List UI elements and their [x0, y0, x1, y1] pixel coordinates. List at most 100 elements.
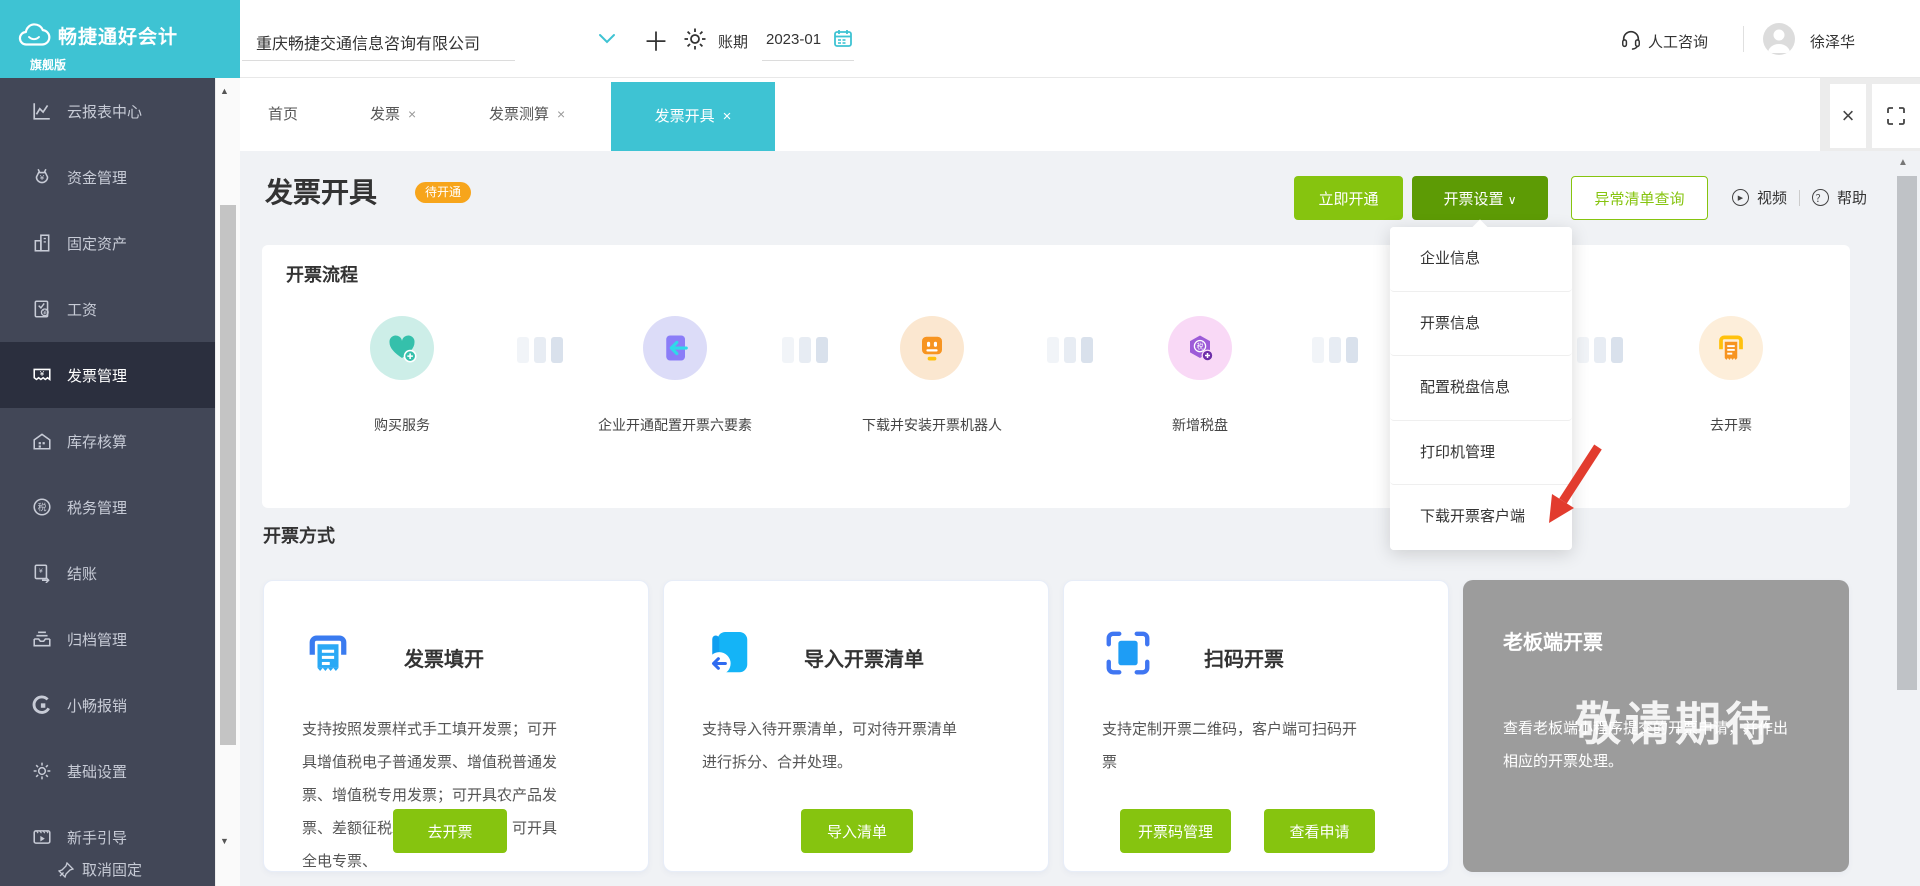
support-link[interactable]: 人工咨询 [1648, 31, 1708, 52]
invoice-settings-menu: 企业信息 开票信息 配置税盘信息 打印机管理 下载开票客户端 [1390, 219, 1572, 550]
svg-text:税: 税 [38, 501, 47, 512]
tab-home[interactable]: 首页 [268, 78, 298, 151]
card-description: 支持按照发票样式手工填开发票；可开具增值税电子普通发票、增值税普通发票、增值税专… [302, 721, 558, 870]
activate-now-button[interactable]: 立即开通 [1294, 176, 1403, 220]
card-invoice-fill: 发票填开 支持按照发票样式手工填开发票；可开具增值税电子普通发票、增值税普通发票… [263, 580, 649, 872]
fullscreen-button[interactable] [1872, 84, 1920, 148]
sidebar-item-label: 小畅报销 [67, 697, 128, 715]
sidebar-item-label: 归档管理 [67, 631, 128, 649]
close-icon[interactable]: × [408, 106, 416, 122]
app-logo: 畅捷通好会计 旗舰版 [0, 0, 240, 78]
card-import-list: 导入开票清单 支持导入待开票清单，可对待开票清单进行拆分、合并处理。 导入清单 [663, 580, 1049, 872]
tab-invoice-calc[interactable]: 发票测算 × [489, 78, 565, 151]
tab-invoice-issue-active[interactable]: 发票开具 × [611, 82, 775, 151]
video-guide-icon [33, 830, 51, 844]
card-title: 扫码开票 [1204, 649, 1284, 671]
username[interactable]: 徐泽华 [1810, 31, 1855, 52]
flow-arrow-icon [517, 337, 563, 363]
add-tax-disk-icon: 税 [1168, 316, 1232, 380]
menu-item-tax-disk-config[interactable]: 配置税盘信息 [1390, 356, 1572, 421]
chevron-down-icon[interactable] [598, 33, 616, 45]
unpin-sidebar-button[interactable]: 取消固定 [58, 859, 142, 880]
invoice-settings-dropdown-button[interactable]: 开票设置 ∨ [1412, 176, 1548, 220]
calendar-icon[interactable] [833, 28, 853, 48]
scrollbar-thumb[interactable] [220, 205, 236, 745]
sidebar-nav: 云报表中心 ¥ 资金管理 固定资产 ¥ 工资 ¥ 发票管理 库存核算 税 税务管… [0, 78, 215, 886]
abnormal-list-query-button[interactable]: 异常清单查询 [1571, 176, 1708, 220]
import-list-button[interactable]: 导入清单 [801, 809, 913, 853]
sidebar-item-cloud-reports[interactable]: 云报表中心 [0, 78, 215, 144]
import-list-icon [707, 632, 748, 675]
scroll-up-icon[interactable]: ▲ [1898, 157, 1908, 168]
sidebar-item-closing[interactable]: ¥ 结账 [0, 540, 215, 606]
sidebar-item-xiaochang-expense[interactable]: 小畅报销 [0, 672, 215, 738]
page-title: 发票开具 [265, 177, 378, 208]
card-title: 发票填开 [404, 649, 484, 671]
flow-step-label: 购买服务 [374, 417, 430, 433]
unpin-label: 取消固定 [82, 862, 143, 879]
flow-arrow-icon [782, 337, 828, 363]
invoice-code-manage-button[interactable]: 开票码管理 [1120, 809, 1231, 853]
app-title: 畅捷通好会计 [58, 27, 179, 48]
closing-doc-icon: ¥ [34, 564, 50, 583]
close-all-tabs-button[interactable]: × [1830, 84, 1866, 148]
card-scan-invoice: 扫码开票 支持定制开票二维码，客户端可扫码开票 开票码管理 查看申请 [1063, 580, 1449, 872]
scrollbar-thumb[interactable] [1897, 176, 1917, 690]
divider [1743, 26, 1744, 52]
methods-section-heading: 开票方式 [263, 526, 335, 546]
sidebar-item-archive[interactable]: 归档管理 [0, 606, 215, 672]
xiaochang-logo-icon [32, 695, 50, 714]
company-selector[interactable]: 重庆畅捷交通信息咨询有限公司 [256, 30, 480, 54]
tab-bar: 首页 发票 × 发票测算 × 发票开具 × × [240, 78, 1920, 151]
tab-invoice[interactable]: 发票 × [370, 78, 416, 151]
help-link[interactable]: 帮助 [1837, 187, 1867, 208]
menu-item-download-client[interactable]: 下载开票客户端 [1390, 485, 1572, 550]
period-value[interactable]: 2023-01 [766, 31, 821, 48]
view-application-button[interactable]: 查看申请 [1264, 809, 1375, 853]
sidebar-scrollbar[interactable]: ▲ ▼ [215, 78, 240, 886]
sidebar-item-inventory[interactable]: 库存核算 [0, 408, 215, 474]
headset-icon [1622, 30, 1640, 50]
go-invoice-icon [1699, 316, 1763, 380]
menu-item-enterprise-info[interactable]: 企业信息 [1390, 227, 1572, 292]
money-bag-icon: ¥ [35, 168, 49, 184]
add-account-button[interactable]: ＋ [643, 22, 669, 59]
flow-arrow-icon [1047, 337, 1093, 363]
sidebar-item-invoice-management[interactable]: ¥ 发票管理 [0, 342, 215, 408]
close-icon[interactable]: × [557, 106, 565, 122]
cloud-logo-icon [18, 23, 51, 46]
flow-step-label: 新增税盘 [1172, 417, 1228, 433]
card-description: 支持导入待开票清单，可对待开票清单进行拆分、合并处理。 [702, 721, 958, 771]
gear-icon[interactable] [683, 27, 707, 51]
enterprise-config-icon [643, 316, 707, 380]
video-link[interactable]: 视频 [1757, 187, 1787, 208]
flow-step-label: 下载并安装开票机器人 [862, 417, 1002, 433]
flow-step-label: 企业开通配置开票六要素 [598, 417, 752, 433]
sidebar-item-basic-settings[interactable]: 基础设置 [0, 738, 215, 804]
chevron-down-icon: ∨ [1507, 192, 1517, 207]
scroll-down-icon[interactable]: ▼ [220, 836, 229, 846]
invoice-flow-panel: 开票流程 购买服务 企业开通配置开票六要素 下载并安装开票机器人 税 新增税盘 [262, 245, 1850, 508]
sidebar-item-salary[interactable]: ¥ 工资 [0, 276, 215, 342]
sidebar-item-funds[interactable]: ¥ 资金管理 [0, 144, 215, 210]
main-content: 发票开具 待开通 立即开通 开票设置 ∨ 异常清单查询 ▶ 视频 ？ 帮助 开票… [240, 151, 1920, 886]
gear-icon [33, 762, 51, 780]
scroll-up-icon[interactable]: ▲ [220, 86, 229, 96]
sidebar-item-tax[interactable]: 税 税务管理 [0, 474, 215, 540]
go-invoice-button[interactable]: 去开票 [393, 809, 507, 853]
svg-text:¥: ¥ [39, 568, 43, 575]
scan-code-icon [1106, 631, 1150, 675]
menu-item-printer-manage[interactable]: 打印机管理 [1390, 420, 1572, 485]
close-icon[interactable]: × [723, 108, 732, 125]
tab-label: 发票 [370, 106, 401, 123]
invoice-fill-icon [309, 635, 347, 671]
menu-item-invoice-info[interactable]: 开票信息 [1390, 291, 1572, 356]
period-label: 账期 [718, 34, 749, 51]
avatar[interactable] [1763, 23, 1795, 55]
sidebar-item-fixed-assets[interactable]: 固定资产 [0, 210, 215, 276]
top-header: 畅捷通好会计 旗舰版 重庆畅捷交通信息咨询有限公司 ＋ 账期 2023-01 人… [0, 0, 1920, 78]
flow-section-heading: 开票流程 [286, 265, 358, 285]
card-title: 老板端开票 [1503, 632, 1603, 654]
sidebar-item-label: 固定资产 [67, 235, 128, 253]
unpin-icon [58, 861, 74, 878]
